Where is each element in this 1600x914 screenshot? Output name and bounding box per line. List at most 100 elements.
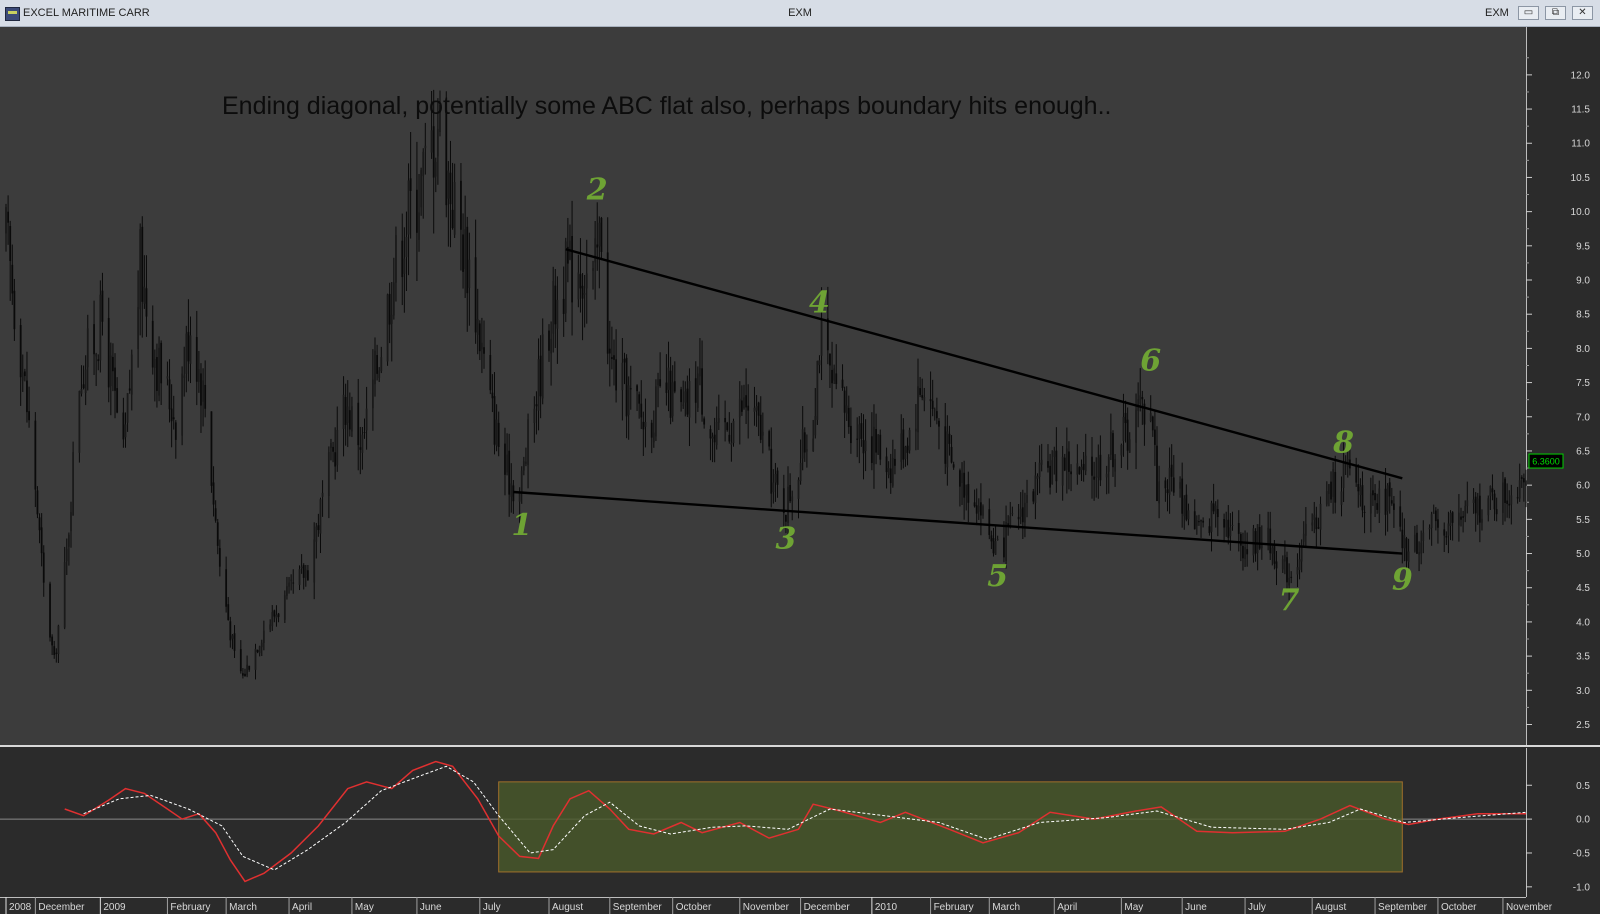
candle-body [166, 376, 169, 379]
candle-body [422, 151, 425, 177]
candle-body [189, 335, 192, 364]
candle-body [606, 252, 609, 354]
price-plot-background [0, 27, 1526, 745]
candle-body [430, 130, 433, 153]
candle-body [1304, 523, 1307, 536]
candle-body [1420, 542, 1423, 554]
candle-body [967, 484, 970, 503]
candle-body [1212, 503, 1215, 512]
candle-body [724, 417, 727, 423]
candle-body [231, 635, 234, 639]
chart-area[interactable]: 2.5 3.0 3.5 4.0 4.5 5.0 5.5 6.0 6.5 7.0 7.5 8.0 8.5 9… [0, 27, 1600, 914]
candle-body [879, 434, 882, 460]
candle-body [1024, 502, 1026, 523]
candle-body [535, 404, 538, 407]
candle-body [640, 403, 643, 418]
candle-body [667, 367, 670, 390]
candle-body [1185, 494, 1188, 520]
candle-body [214, 508, 217, 521]
candle-body [1200, 520, 1202, 522]
candle-body [1462, 516, 1465, 518]
candle-body [935, 411, 938, 419]
candle-body [621, 362, 624, 391]
candle-body [141, 226, 144, 302]
candle-body [1091, 456, 1093, 476]
time-tick-label: August [552, 902, 583, 913]
candle-body [963, 472, 966, 498]
symbol-label: EXM [1485, 7, 1509, 19]
candle-body [1179, 482, 1181, 489]
price-panel[interactable]: 2.5 3.0 3.5 4.0 4.5 5.0 5.5 6.0 6.5 7.0 7.5 8.0 8.5 9… [0, 27, 1600, 747]
candle-body [466, 226, 469, 294]
candle-body [965, 484, 968, 496]
price-tick-label: 6.5 [1576, 446, 1590, 457]
candle-body [19, 325, 22, 378]
candle-body [275, 614, 278, 619]
wave-label-2: 2 [586, 173, 608, 208]
candle-body [401, 240, 404, 278]
time-tick-label: April [1057, 902, 1077, 913]
candle-body [889, 468, 892, 484]
candle-body [130, 354, 133, 395]
candle-body [122, 412, 125, 440]
candle-body [1495, 509, 1498, 515]
candle-body [183, 375, 186, 378]
candle-body [1063, 457, 1066, 471]
candle-body [78, 391, 81, 453]
candle-body [688, 381, 691, 418]
candle-body [977, 505, 980, 512]
candle-body [361, 434, 364, 453]
candle-body [302, 565, 305, 578]
time-tick-label: October [1441, 902, 1477, 913]
time-tick-label: November [1506, 902, 1553, 913]
candle-body [571, 236, 573, 303]
candle-body [1290, 576, 1293, 578]
candle-body [1334, 471, 1337, 503]
candle-body [70, 512, 72, 532]
wave-label-9: 9 [1392, 563, 1413, 598]
candle-body [860, 423, 863, 439]
candle-body [288, 582, 290, 587]
time-tick-label: October [676, 902, 712, 913]
candle-body [522, 461, 525, 471]
price-tick-label: 12.0 [1571, 70, 1591, 81]
close-button[interactable]: ✕ [1572, 6, 1593, 20]
candle-body [468, 259, 471, 288]
candle-body [1281, 558, 1284, 570]
candle-body [682, 404, 685, 406]
candle-body [684, 391, 687, 403]
candle-body [611, 357, 613, 360]
restore-button[interactable]: ⧉ [1545, 6, 1566, 20]
candle-body [181, 373, 184, 436]
candle-body [403, 258, 406, 274]
candle-body [1032, 491, 1035, 502]
candle-body [923, 396, 926, 401]
candle-body [1124, 412, 1127, 424]
candle-body [1214, 505, 1217, 514]
candle-body [139, 229, 142, 310]
candle-body [703, 418, 706, 425]
candle-body [814, 416, 817, 436]
candle-body [577, 272, 580, 300]
time-tick-label: 2010 [875, 902, 898, 913]
candle-body [1357, 484, 1360, 492]
candle-body [652, 432, 655, 443]
candle-body [1405, 538, 1408, 561]
candle-body [988, 509, 991, 535]
candle-body [1313, 514, 1316, 520]
candle-body [797, 479, 800, 499]
candle-body [1055, 450, 1058, 482]
candle-body [1181, 478, 1184, 514]
candle-body [894, 458, 896, 466]
candle-body [900, 433, 903, 462]
indicator-panel[interactable]: -1.0 -0.5 0.0 0.5 [0, 748, 1600, 897]
candle-body [1464, 505, 1467, 517]
candle-body [424, 145, 427, 149]
candle-body [829, 353, 831, 366]
candle-body [21, 372, 24, 381]
candle-body [95, 353, 98, 357]
candle-body [57, 625, 60, 655]
candle-body [1068, 451, 1070, 472]
minimize-button[interactable]: ▭ [1518, 6, 1539, 20]
time-axis[interactable]: 2008 December 2009 February March April May Jun… [0, 897, 1600, 914]
